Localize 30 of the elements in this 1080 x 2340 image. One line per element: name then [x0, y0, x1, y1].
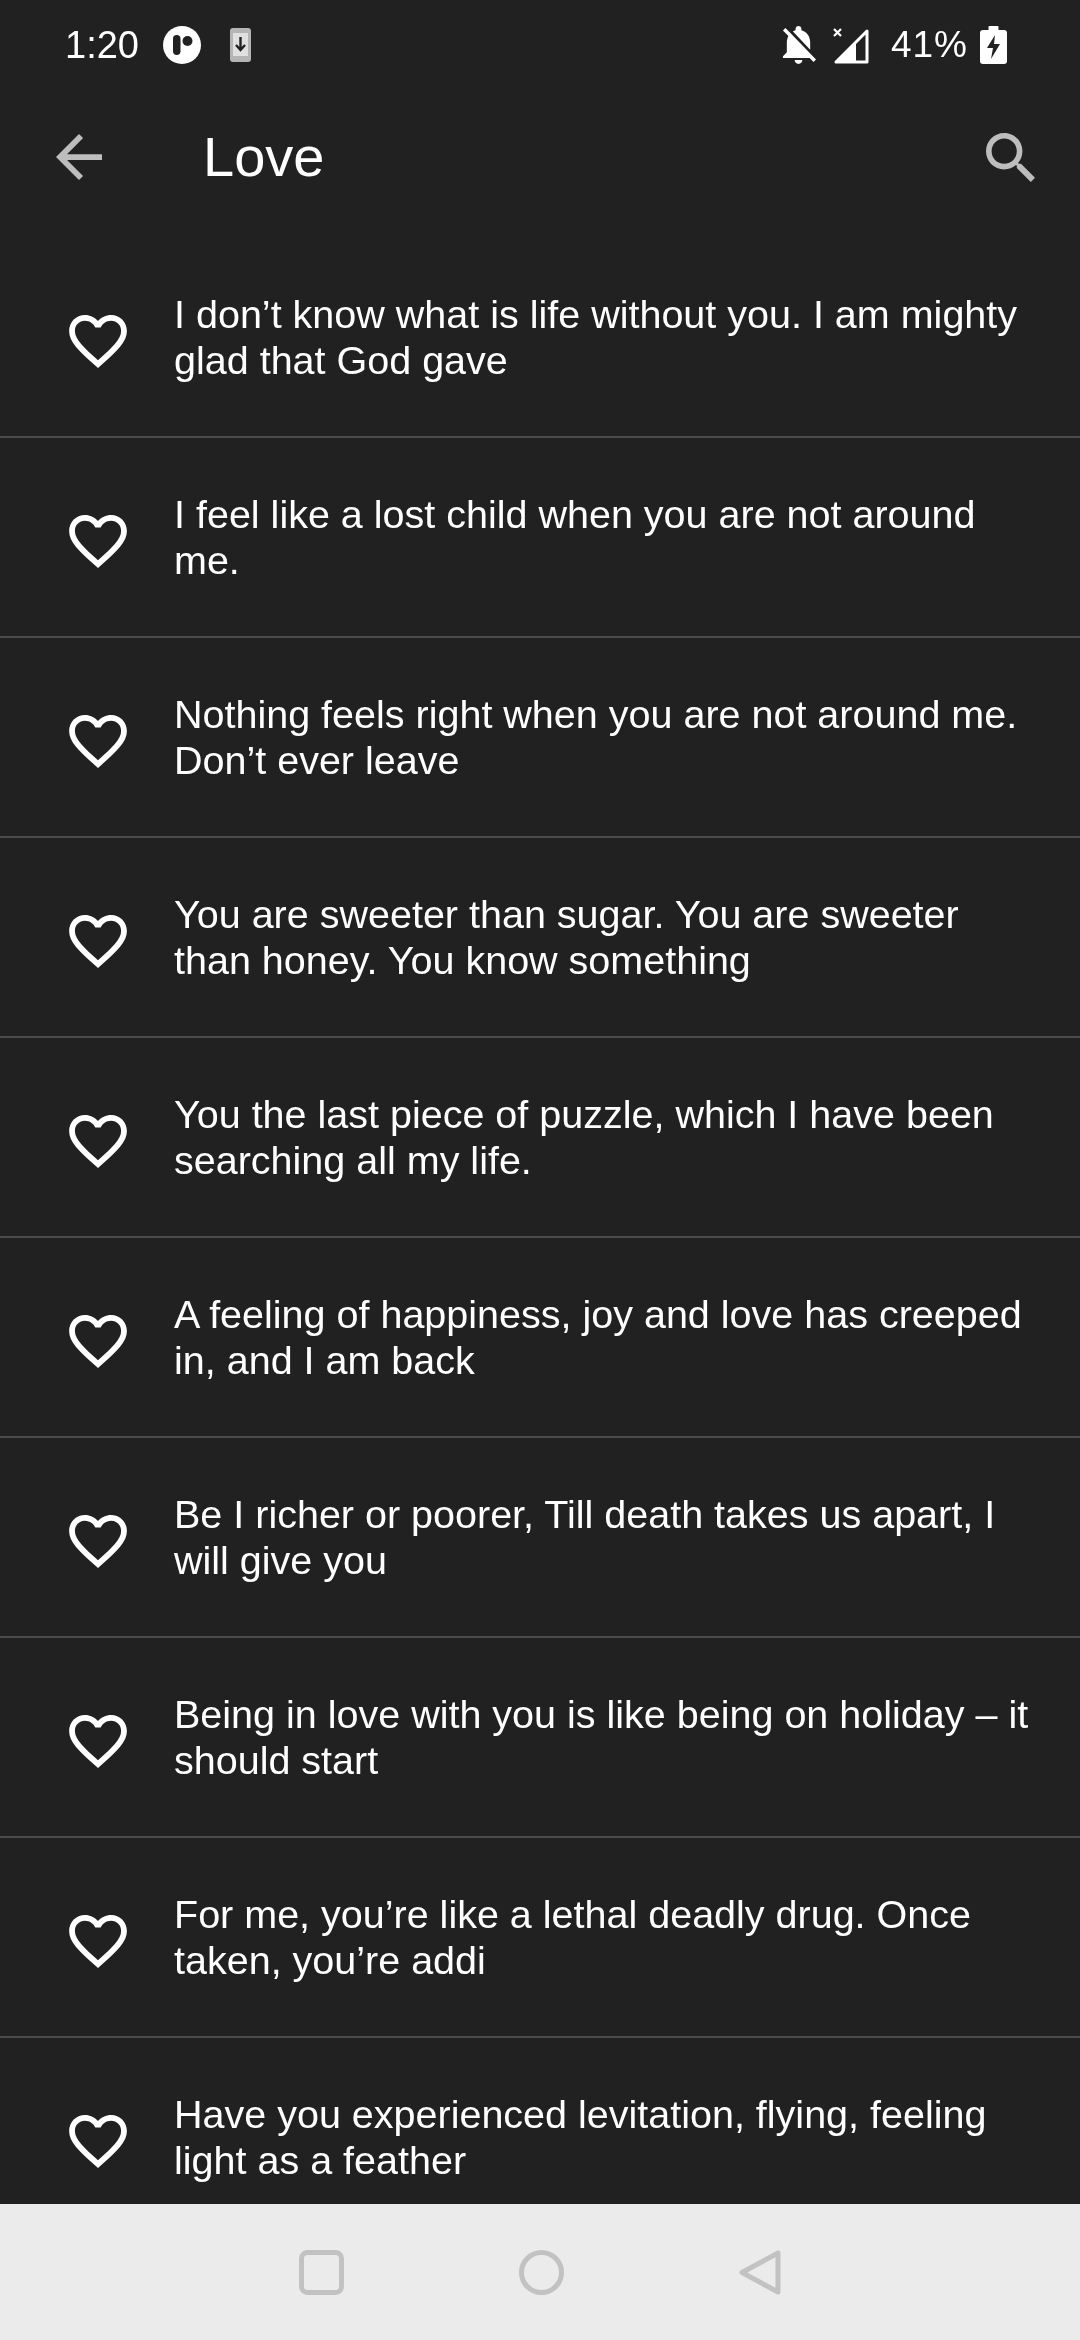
quote-text[interactable]: A feeling of happiness, joy and love has creeped in, and I am back	[174, 1291, 1040, 1383]
heart-icon[interactable]	[69, 914, 127, 968]
quote-text[interactable]: Be I richer or poorer, Till death takes us apart, I will give you	[174, 1491, 1040, 1583]
quote-text[interactable]: I feel like a lost child when you are not around me.	[174, 491, 1040, 583]
back-arrow-icon[interactable]	[56, 134, 102, 180]
download-icon	[229, 28, 251, 62]
search-icon[interactable]	[986, 132, 1035, 182]
heart-icon[interactable]	[69, 714, 127, 768]
quote-text[interactable]: Being in love with you is like being on holiday – it should start	[174, 1691, 1040, 1783]
quote-text[interactable]: For me, you’re like a lethal deadly drug. Once taken, you’re addi	[174, 1891, 1040, 1983]
heart-icon[interactable]	[69, 1314, 127, 1368]
app-notification-icon	[162, 26, 201, 64]
heart-icon[interactable]	[69, 1114, 127, 1168]
heart-icon[interactable]	[69, 514, 127, 568]
status-time: 1:20	[65, 23, 139, 67]
quote-text[interactable]: Have you experienced levitation, flying, feeling light as a feather	[174, 2091, 1040, 2183]
cell-signal-icon	[831, 26, 870, 64]
quote-text[interactable]: You are sweeter than sugar. You are sweeter than honey. You know something	[174, 891, 1040, 983]
quote-text[interactable]: I don’t know what is life without you. I am mighty glad that God gave	[174, 291, 1040, 383]
bell-off-icon	[780, 26, 816, 64]
quote-text[interactable]: Nothing feels right when you are not around me. Don’t ever leave	[174, 691, 1040, 783]
battery-charging-icon	[980, 26, 1007, 64]
heart-icon[interactable]	[69, 1514, 127, 1568]
heart-icon[interactable]	[69, 1914, 127, 1968]
screen-title: Love	[203, 124, 325, 190]
heart-icon[interactable]	[69, 1714, 127, 1768]
heart-icon[interactable]	[69, 314, 127, 368]
heart-icon[interactable]	[69, 2114, 127, 2168]
battery-percent: 41%	[890, 23, 968, 67]
quote-text[interactable]: You the last piece of puzzle, which I have been searching all my life.	[174, 1091, 1040, 1183]
